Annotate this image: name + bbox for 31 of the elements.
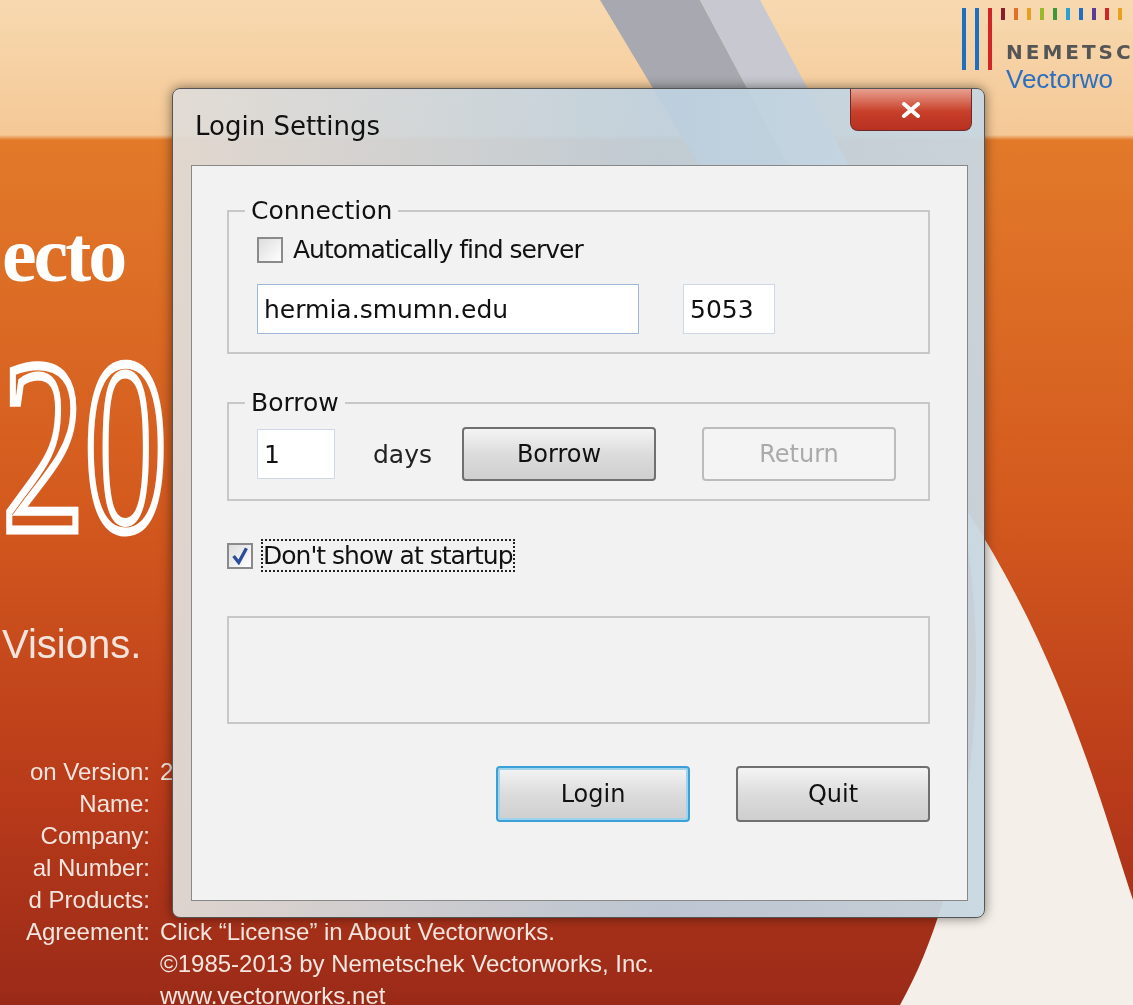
company-name: NEMETSC (1006, 40, 1133, 64)
info-label: on Version: (28, 757, 150, 787)
version-number: 20 (2, 320, 167, 575)
dialog-button[interactable]: Login (496, 766, 690, 822)
close-icon (901, 101, 921, 118)
info-value: 2 (160, 757, 175, 787)
port-field[interactable]: 5053 (683, 284, 775, 334)
dialog-button[interactable]: Quit (736, 766, 930, 822)
info-label: Agreement: (24, 917, 150, 947)
tagline: Visions. (2, 622, 142, 667)
website-text: www.vectorworks.net (160, 981, 387, 1005)
close-button[interactable] (850, 89, 972, 131)
days-field[interactable]: 1 (257, 429, 335, 479)
checkbox[interactable] (257, 236, 283, 263)
window-title: Login Settings (195, 111, 381, 141)
info-label: al Number: (31, 853, 150, 883)
group-label: Borrow (250, 388, 340, 417)
splash-title: ecto (2, 210, 125, 300)
copyright-text: ©1985-2013 by Nemetschek Vectorworks, Inc. (160, 949, 654, 979)
info-label: Company: (39, 821, 150, 851)
info-label: d Products: (27, 885, 150, 915)
server-field[interactable]: hermia.smumn.edu (257, 284, 639, 334)
info-label: Name: (78, 789, 150, 819)
info-value: Click “License” in About Vectorworks. (160, 917, 556, 947)
days-label: days (373, 439, 432, 469)
borrow-action-button[interactable]: Borrow (462, 427, 656, 481)
checkbox[interactable] (227, 542, 253, 569)
checkbox-label[interactable]: Don't show at startup (261, 539, 515, 572)
checkbox-label[interactable]: Automatically find server (291, 233, 585, 266)
product-name: Vectorwo (1006, 64, 1113, 94)
group-label: Connection (250, 196, 394, 225)
